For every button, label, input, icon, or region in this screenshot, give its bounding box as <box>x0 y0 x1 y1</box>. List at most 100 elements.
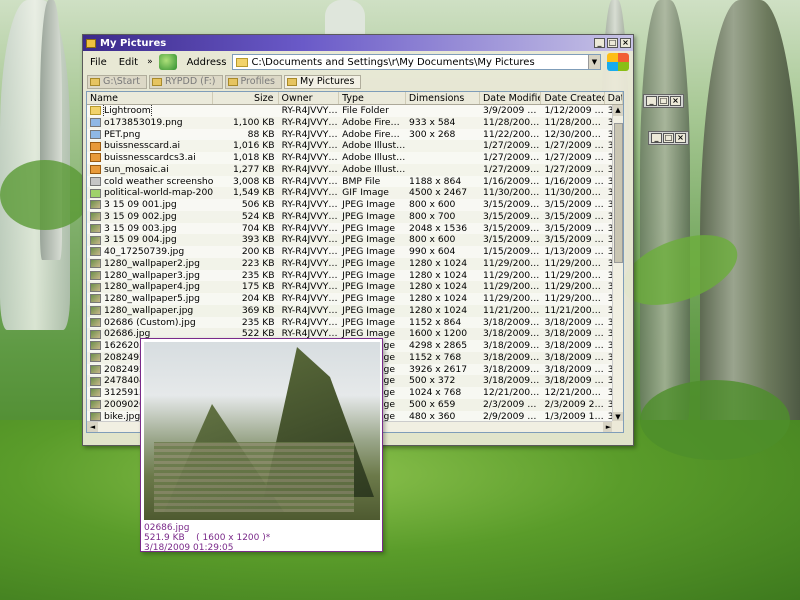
cell-cre: 11/29/2008 19:42 <box>544 269 604 281</box>
menu-file[interactable]: File <box>87 57 110 68</box>
menu-overflow-chevron[interactable]: » <box>147 57 153 67</box>
cell-size: 393 KB <box>241 234 275 246</box>
table-row[interactable]: PET.png 88 KB RY-R4JVVYJLW...Adobe Firewor… <box>87 128 623 141</box>
scroll-left-icon[interactable]: ◄ <box>87 422 98 432</box>
cell-size: 88 KB <box>247 128 275 140</box>
cell-mod: 11/21/2008 01:23 <box>483 304 541 316</box>
tab-2[interactable]: Profiles <box>224 74 282 89</box>
minimize-button[interactable]: _ <box>651 133 662 143</box>
cell-name: 1280_wallpaper4.jpg <box>87 281 213 293</box>
table-row[interactable]: cold weather screenshot.... 3,008 KB RY-R4… <box>87 175 623 188</box>
cell-owner: RY-R4JVVYJLW... <box>281 281 340 293</box>
tab-0[interactable]: G:\Start <box>87 74 147 89</box>
table-row[interactable]: 1280_wallpaper3.jpg 235 KB RY-R4JVVYJLW...… <box>87 269 623 282</box>
cell-mod: 1/15/2009 13:58 <box>483 246 541 257</box>
cell-mod: 11/29/2008 19:42 <box>483 269 541 281</box>
jpg-file-icon <box>90 388 101 398</box>
file-name: PET.png <box>104 128 141 140</box>
chevron-down-icon[interactable]: ▼ <box>588 55 600 69</box>
image-preview-tooltip: 02686.jpg 521.9 KB ( 1600 x 1200 )* 3/18… <box>140 338 383 553</box>
gif-file-icon <box>90 188 101 198</box>
cell-mod: 2/3/2009 23:56 <box>483 398 541 410</box>
maximize-button[interactable]: □ <box>607 38 618 48</box>
cell-owner: RY-R4JVVYJLW... <box>281 246 340 257</box>
table-row[interactable]: 02686 (Custom).jpg 235 KB RY-R4JVVYJLW...J… <box>87 316 623 329</box>
cell-cre: 1/27/2009 00:11 <box>544 140 604 152</box>
table-row[interactable]: 3 15 09 002.jpg 524 KB RY-R4JVVYJLW...JPEG… <box>87 211 623 223</box>
ai-file-icon <box>90 141 101 151</box>
jpg-file-icon <box>90 376 101 386</box>
cell-dim: 800 x 600 <box>409 234 456 246</box>
cell-mod: 11/29/2008 19:42 <box>483 281 541 293</box>
cell-name: 3 15 09 003.jpg <box>87 223 213 235</box>
cell-size: 1,016 KB <box>233 140 275 152</box>
table-row[interactable]: buissnesscard.ai 1,016 KB RY-R4JVVYJLW...A… <box>87 140 623 152</box>
close-button[interactable]: × <box>675 133 686 143</box>
table-row[interactable]: buissnesscardcs3.ai 1,018 KB RY-R4JVVYJLW.… <box>87 152 623 164</box>
file-name: 1280_wallpaper3.jpg <box>104 269 200 281</box>
column-header-name[interactable]: Name <box>87 92 214 104</box>
scroll-up-icon[interactable]: ▲ <box>613 105 623 116</box>
menu-edit[interactable]: Edit <box>116 57 141 68</box>
table-row[interactable]: 40_17250739.jpg 200 KB RY-R4JVVYJLW...JPEG… <box>87 246 623 258</box>
cell-mod: 3/18/2009 01:29 <box>483 328 541 340</box>
cell-mod: 1/27/2009 01:07 <box>483 152 541 163</box>
maximize-button[interactable]: □ <box>658 96 669 106</box>
column-header-created[interactable]: Date Created <box>541 92 605 104</box>
tab-bar: G:\Start RYPDD (F:) Profiles My Pictures <box>83 73 633 90</box>
table-row[interactable]: sun_mosaic.ai 1,277 KB RY-R4JVVYJLW...Adob… <box>87 164 623 176</box>
table-row[interactable]: 1280_wallpaper5.jpg 204 KB RY-R4JVVYJLW...… <box>87 293 623 305</box>
cell-size: 506 KB <box>241 199 275 210</box>
table-row[interactable]: o173853019.png 1,100 KB RY-R4JVVYJLW...Ado… <box>87 117 623 129</box>
cell-name: 02686 (Custom).jpg <box>87 317 213 329</box>
close-button[interactable]: × <box>670 96 681 106</box>
table-row[interactable]: Lightroom RY-R4JVVYJLW...File Folder 3/9/2… <box>87 105 623 117</box>
table-row[interactable]: 1280_wallpaper4.jpg 175 KB RY-R4JVVYJLW...… <box>87 281 623 293</box>
table-row[interactable]: 3 15 09 004.jpg 393 KB RY-R4JVVYJLW...JPEG… <box>87 234 623 246</box>
cell-cre: 12/30/2008 13:07 <box>544 128 604 140</box>
resize-grip[interactable] <box>612 421 623 432</box>
window-titlebar[interactable]: My Pictures _ □ × <box>83 35 633 51</box>
cell-type: Adobe Illustrator ... <box>342 163 406 175</box>
column-header-dat[interactable]: Dat <box>605 92 623 104</box>
cell-type: Adobe Illustrator ... <box>342 140 406 152</box>
cell-cre: 3/15/2009 19:58 <box>544 222 604 234</box>
table-row[interactable]: 1280_wallpaper2.jpg 223 KB RY-R4JVVYJLW...… <box>87 258 623 270</box>
cell-mod: 12/21/2008 20:43 <box>483 387 541 398</box>
vertical-scrollbar[interactable]: ▲ ▼ <box>612 105 623 423</box>
file-name: 1280_wallpaper.jpg <box>104 304 194 316</box>
address-bar[interactable]: C:\Documents and Settings\r\My Documents… <box>232 54 601 70</box>
maximize-button[interactable]: □ <box>663 133 674 143</box>
column-header-owner[interactable]: Owner <box>279 92 340 104</box>
cell-dim: 1152 x 864 <box>409 316 462 328</box>
tab-label: Profiles <box>240 76 276 87</box>
go-arrow-icon[interactable] <box>158 54 177 70</box>
column-header-type[interactable]: Type <box>339 92 406 104</box>
cell-cre: 1/27/2009 01:07 <box>544 152 604 163</box>
jpg-file-icon <box>90 259 101 269</box>
column-header-size[interactable]: Size <box>213 92 279 104</box>
file-name: 3 15 09 003.jpg <box>104 222 177 234</box>
close-button[interactable]: × <box>620 38 631 48</box>
file-name: 3 15 09 004.jpg <box>104 234 177 246</box>
file-name: Lightroom <box>103 105 152 117</box>
column-header-modified[interactable]: Date Modified <box>480 92 542 104</box>
cell-name: 1280_wallpaper2.jpg <box>87 258 213 270</box>
table-row[interactable]: 1280_wallpaper.jpg 369 KB RY-R4JVVYJLW...J… <box>87 305 623 317</box>
cell-size: 1,100 KB <box>233 116 275 128</box>
cell-owner: RY-R4JVVYJLW... <box>281 222 340 234</box>
minimize-button[interactable]: _ <box>646 96 657 106</box>
column-header-dimensions[interactable]: Dimensions <box>406 92 480 104</box>
table-row[interactable]: 3 15 09 003.jpg 704 KB RY-R4JVVYJLW...JPEG… <box>87 222 623 235</box>
cell-size: 369 KB <box>241 304 275 316</box>
scroll-thumb[interactable] <box>614 123 623 263</box>
file-name: cold weather screenshot.... <box>104 175 214 187</box>
tab-3[interactable]: My Pictures <box>284 74 362 89</box>
cell-owner: RY-R4JVVYJLW... <box>281 105 340 116</box>
tab-1[interactable]: RYPDD (F:) <box>148 74 223 89</box>
table-row[interactable]: political-world-map-2007.gif 1,549 KB RY-R… <box>87 187 623 199</box>
minimize-button[interactable]: _ <box>594 38 605 48</box>
table-row[interactable]: 3 15 09 001.jpg 506 KB RY-R4JVVYJLW...JPEG… <box>87 199 623 211</box>
file-name: 02686 (Custom).jpg <box>104 316 196 328</box>
cell-size <box>213 105 278 117</box>
